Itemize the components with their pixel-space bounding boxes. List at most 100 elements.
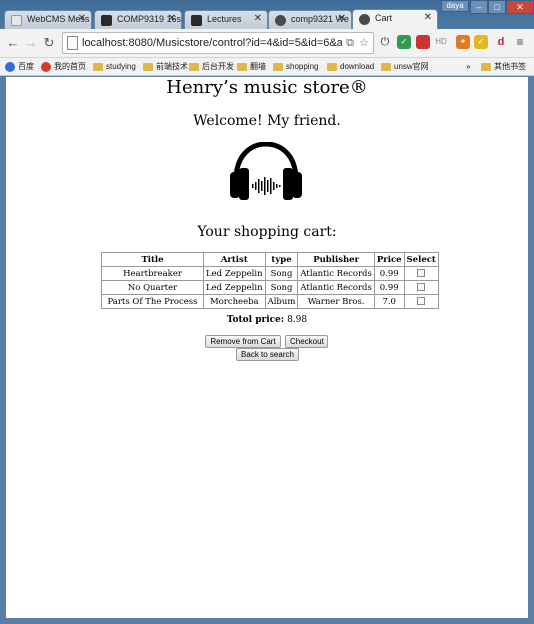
reload-icon[interactable]: ↻ — [40, 34, 58, 52]
minimize-icon[interactable]: – — [470, 0, 488, 14]
bookmark-folder-download[interactable]: download — [326, 60, 374, 74]
tab-cart[interactable]: Cart ✕ — [352, 9, 438, 29]
table-row: Parts Of The Process Morcheeba Album War… — [101, 294, 439, 309]
headphones-logo — [230, 142, 302, 200]
url-input[interactable] — [82, 34, 342, 52]
cell-artist: Morcheeba — [203, 294, 266, 309]
table-row: No Quarter Led Zeppelin Song Atlantic Re… — [101, 280, 439, 295]
select-checkbox[interactable] — [417, 297, 426, 305]
loading-icon — [275, 15, 286, 26]
bookmarks-bar: 百度 我的首页 studying 前端技术 后台开发 翻墙 shopping d… — [0, 58, 534, 76]
bookmark-folder-shopping[interactable]: shopping — [272, 60, 318, 74]
total-price-label: Totol price: — [226, 315, 285, 325]
browser-window: WebCMS Mess ✕ COMP9319 16s ✕ Lectures ✕ … — [0, 0, 534, 624]
other-bookmarks[interactable]: 其他书签 — [480, 60, 526, 74]
address-bar[interactable]: ⧉ ☆ — [62, 32, 374, 54]
tab-webcms[interactable]: WebCMS Mess ✕ — [4, 10, 92, 29]
bookmarks-overflow-chevron[interactable]: » — [462, 60, 470, 74]
welcome-message: Welcome! My friend. — [193, 113, 341, 129]
folder-icon — [327, 63, 337, 71]
folder-icon — [381, 63, 391, 71]
bookmark-folder-studying[interactable]: studying — [92, 60, 136, 74]
cell-artist: Led Zeppelin — [203, 280, 266, 295]
cart-heading: Your shopping cart: — [197, 224, 337, 240]
check-icon[interactable]: ✓ — [474, 35, 488, 49]
bookmark-folder-unsw[interactable]: unsw官网 — [380, 60, 429, 74]
folder-icon — [143, 63, 153, 71]
bookmark-folder-backend[interactable]: 后台开发 — [188, 60, 234, 74]
bookmark-folder-frontend[interactable]: 前端技术 — [142, 60, 188, 74]
tab-label: Lectures — [207, 14, 242, 24]
shield-icon[interactable]: ✓ — [397, 35, 411, 49]
cell-select — [403, 294, 439, 309]
paw-icon — [5, 62, 15, 72]
cell-publisher: Atlantic Records — [297, 280, 375, 295]
tab-comp9321[interactable]: comp9321 We ✕ — [268, 10, 352, 29]
page-viewport: Henry’s music store® Welcome! My friend. — [6, 77, 528, 618]
cell-title: Parts Of The Process — [101, 294, 204, 309]
cell-type: Album — [264, 294, 299, 309]
table-header-row: Title Artist type Publisher Price Select — [101, 252, 439, 267]
cell-price: 0.99 — [373, 280, 405, 295]
power-icon[interactable]: ⏻ — [378, 35, 392, 49]
translate-icon[interactable]: ⧉ — [343, 36, 357, 50]
folder-icon — [237, 63, 247, 71]
cell-price: 0.99 — [373, 266, 405, 281]
toolbar: ← → ↻ ⧉ ☆ ⏻ ✓ HD ✦ ✓ d ≡ — [0, 29, 534, 58]
cell-publisher: Atlantic Records — [297, 266, 375, 281]
back-arrow-icon[interactable]: ← — [4, 34, 22, 52]
table-row: Heartbreaker Led Zeppelin Song Atlantic … — [101, 266, 439, 281]
column-header: Price — [373, 252, 405, 267]
column-header: Select — [403, 252, 439, 267]
column-header: Title — [101, 252, 204, 267]
folder-icon — [273, 63, 283, 71]
hd-icon[interactable]: HD — [434, 35, 448, 49]
back-to-search-button[interactable]: Back to search — [236, 348, 299, 361]
cell-type: Song — [264, 280, 299, 295]
cell-type: Song — [264, 266, 299, 281]
tab-comp9319[interactable]: COMP9319 16s ✕ — [94, 10, 182, 29]
cell-title: No Quarter — [101, 280, 204, 295]
star-icon[interactable]: ☆ — [357, 36, 371, 50]
maximize-icon[interactable]: □ — [488, 0, 506, 14]
close-icon[interactable]: ✕ — [254, 13, 262, 24]
puzzle-icon[interactable]: ✦ — [456, 35, 470, 49]
select-checkbox[interactable] — [417, 269, 426, 277]
cell-price: 7.0 — [373, 294, 405, 309]
folder-icon — [93, 63, 103, 71]
cell-select — [403, 280, 439, 295]
close-icon[interactable]: ✕ — [78, 13, 86, 24]
close-icon[interactable]: ✕ — [338, 13, 346, 24]
cell-artist: Led Zeppelin — [203, 266, 266, 281]
select-checkbox[interactable] — [417, 283, 426, 291]
extension-icon[interactable]: d — [494, 35, 508, 49]
tab-label: Cart — [375, 13, 393, 23]
bookmark-baidu[interactable]: 百度 — [4, 60, 34, 74]
loading-icon — [359, 14, 370, 25]
checkout-button[interactable]: Checkout — [285, 335, 328, 348]
tab-strip: WebCMS Mess ✕ COMP9319 16s ✕ Lectures ✕ … — [0, 0, 534, 29]
user-badge[interactable]: daya — [441, 0, 469, 12]
close-icon[interactable]: ✕ — [424, 12, 432, 23]
cell-publisher: Warner Bros. — [297, 294, 375, 309]
window-close-icon[interactable]: ✕ — [506, 0, 534, 14]
total-price-value: 8.98 — [287, 315, 308, 325]
column-header: Artist — [203, 252, 266, 267]
menu-icon[interactable]: ≡ — [513, 35, 527, 49]
folder-icon — [189, 63, 199, 71]
close-icon[interactable]: ✕ — [168, 13, 176, 24]
column-header: type — [264, 252, 299, 267]
bookmark-folder-vpn[interactable]: 翻墙 — [236, 60, 266, 74]
bookmark-homepage[interactable]: 我的首页 — [40, 60, 86, 74]
remove-from-cart-button[interactable]: Remove from Cart — [205, 335, 281, 348]
folder-icon — [481, 63, 491, 71]
store-title: Henry’s music store® — [166, 77, 368, 98]
cell-title: Heartbreaker — [101, 266, 204, 281]
total-price: Totol price: 8.98 — [6, 315, 528, 325]
site-icon — [191, 15, 202, 26]
bookmark-ext-icon[interactable] — [416, 35, 430, 49]
column-header: Publisher — [297, 252, 375, 267]
tab-lectures[interactable]: Lectures ✕ — [184, 10, 268, 29]
site-icon — [101, 15, 112, 26]
forward-arrow-icon[interactable]: → — [22, 34, 40, 52]
